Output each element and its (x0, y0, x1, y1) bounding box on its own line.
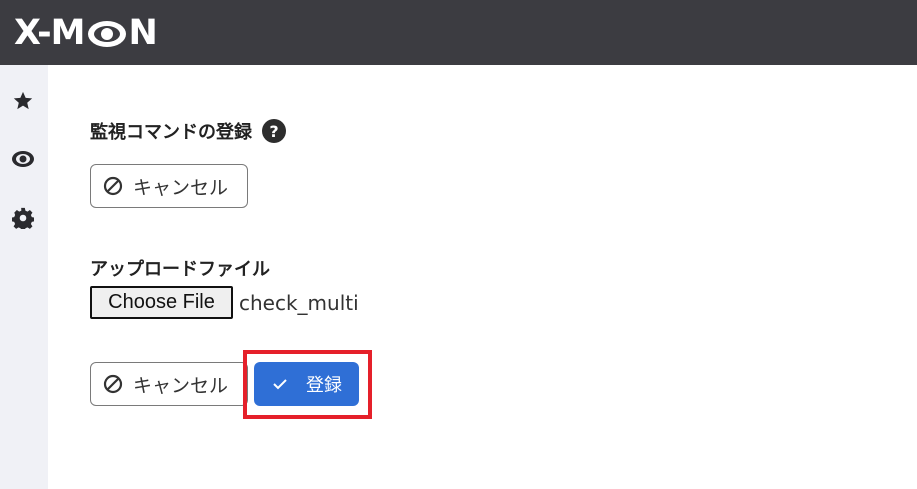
cancel-button-top[interactable]: キャンセル (90, 164, 248, 208)
cancel-button-label: キャンセル (133, 176, 229, 199)
sidebar (0, 65, 48, 489)
logo-text-left: X-M (14, 12, 85, 53)
check-icon (273, 379, 287, 390)
eye-icon[interactable] (11, 147, 35, 171)
cancel-button-label: キャンセル (133, 374, 229, 397)
register-button[interactable]: 登録 (254, 362, 359, 406)
logo-eye-icon (86, 18, 128, 48)
ban-icon (103, 374, 123, 394)
star-icon[interactable] (11, 89, 35, 113)
app-logo[interactable]: X-M N (14, 12, 158, 53)
app-header: X-M N (0, 0, 917, 65)
page-title: 監視コマンドの登録 ? (90, 118, 286, 144)
choose-file-button[interactable]: Choose File (90, 286, 233, 319)
gear-icon[interactable] (11, 206, 35, 230)
logo-text-right: N (128, 12, 158, 53)
cancel-button-bottom[interactable]: キャンセル (90, 362, 248, 406)
selected-file-name: check_multi (239, 290, 359, 315)
file-input[interactable]: Choose File check_multi (90, 286, 359, 319)
help-icon[interactable]: ? (262, 119, 286, 143)
upload-file-label: アップロードファイル (90, 259, 270, 280)
ban-icon (103, 176, 123, 196)
register-button-label: 登録 (306, 375, 342, 396)
page-title-text: 監視コマンドの登録 (90, 122, 252, 143)
